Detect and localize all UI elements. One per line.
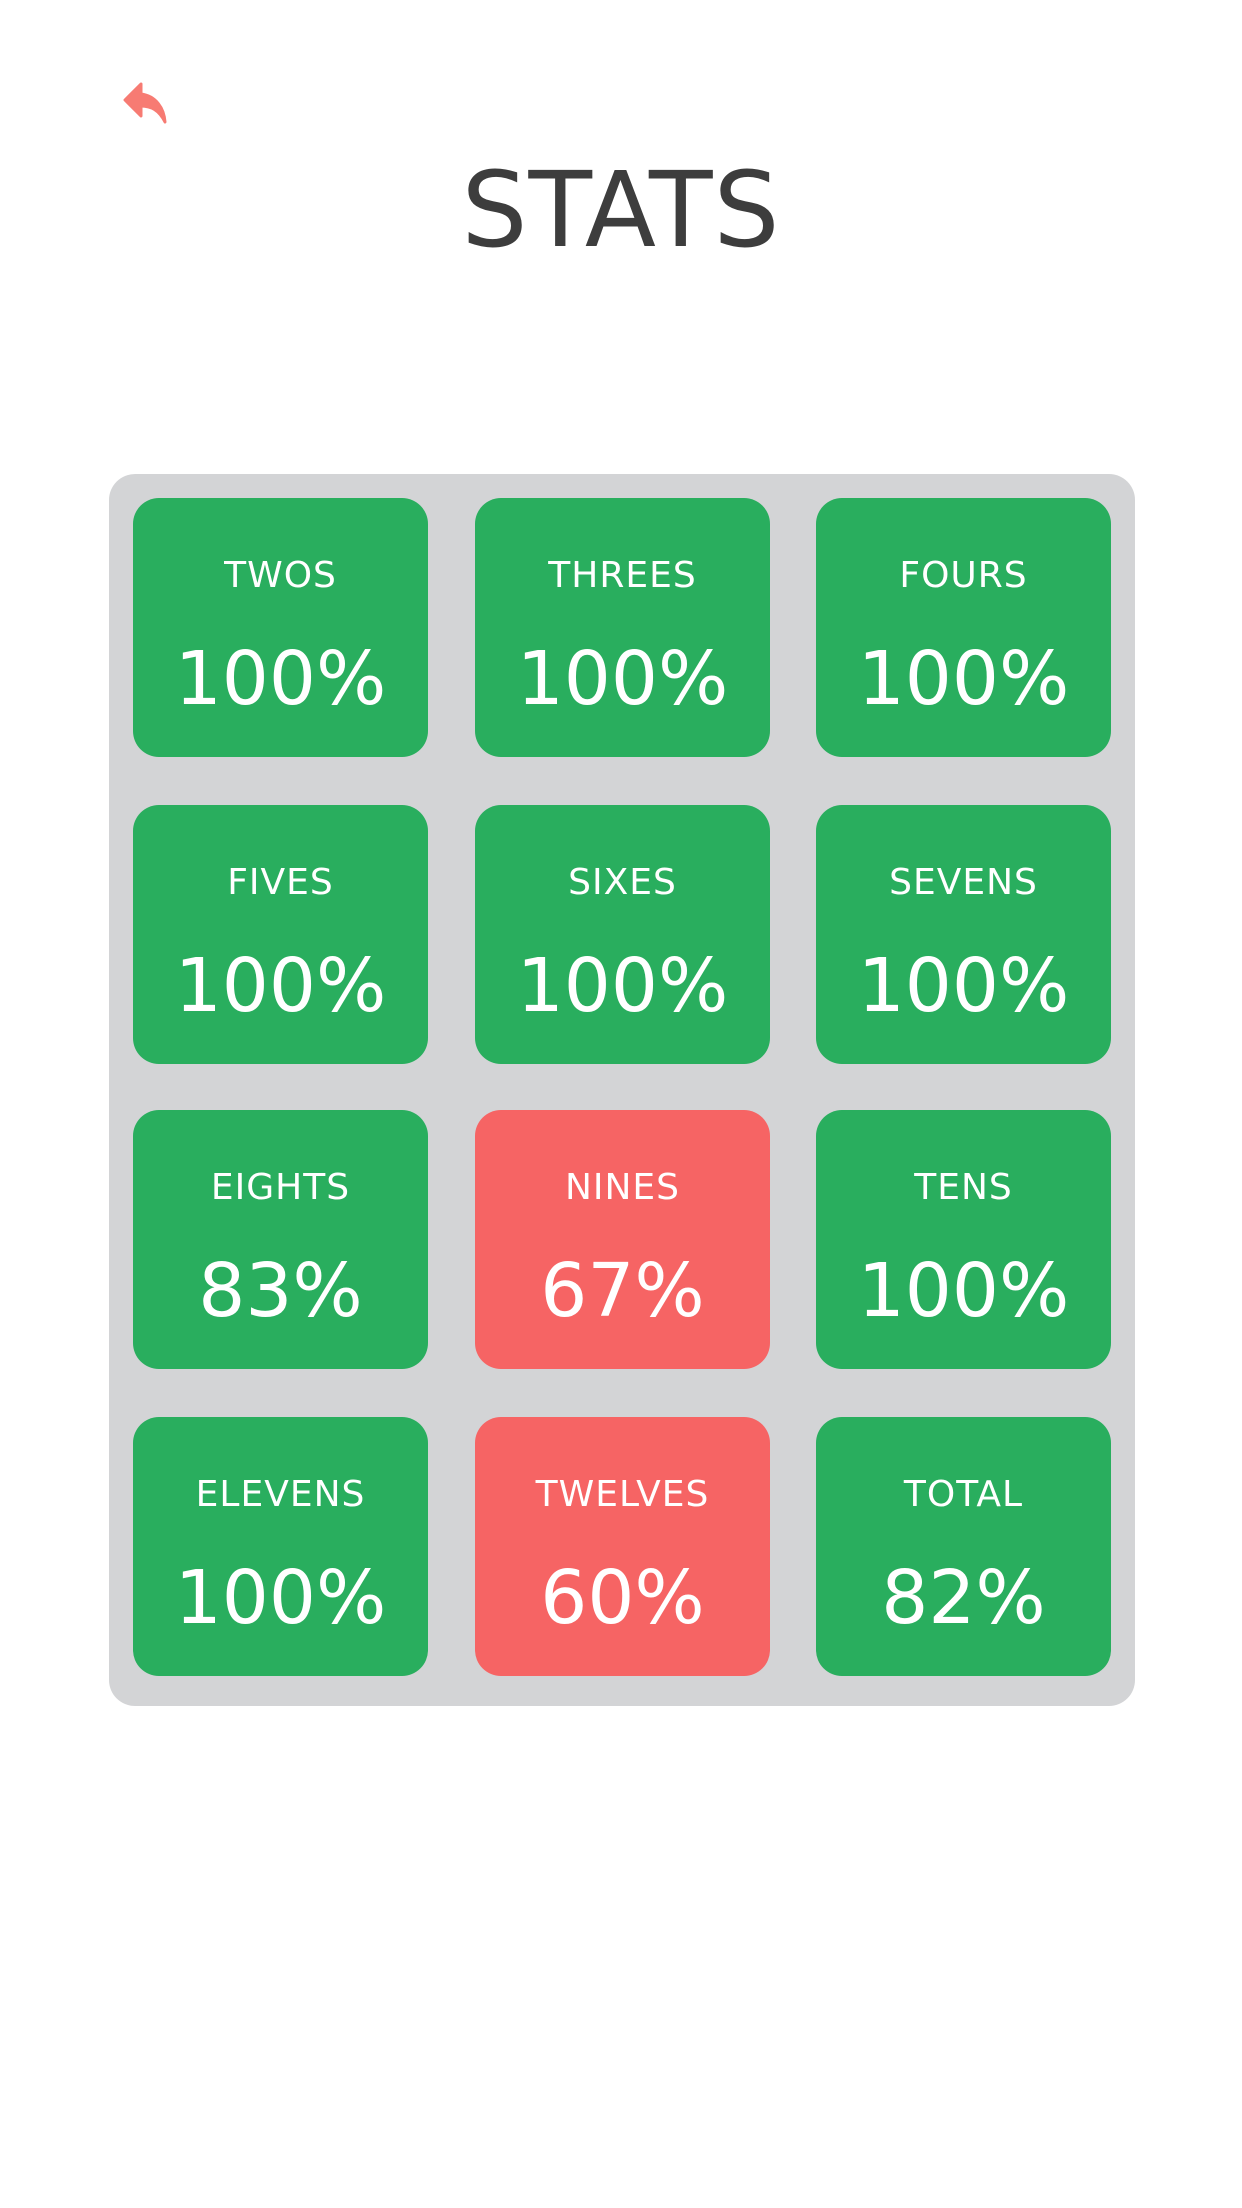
stat-tile-total[interactable]: TOTAL 82% (816, 1417, 1111, 1676)
stat-label: TWOS (224, 555, 337, 596)
stat-value: 60% (540, 1555, 705, 1641)
stat-tile-tens[interactable]: TENS 100% (816, 1110, 1111, 1369)
stat-tile-fours[interactable]: FOURS 100% (816, 498, 1111, 757)
stat-value: 100% (516, 636, 729, 722)
stat-tile-sevens[interactable]: SEVENS 100% (816, 805, 1111, 1064)
stat-tile-sixes[interactable]: SIXES 100% (475, 805, 770, 1064)
stat-label: SIXES (568, 862, 677, 903)
stat-value: 100% (174, 636, 387, 722)
stat-tile-elevens[interactable]: ELEVENS 100% (133, 1417, 428, 1676)
stat-tile-twos[interactable]: TWOS 100% (133, 498, 428, 757)
back-button[interactable] (118, 76, 174, 132)
stat-value: 100% (857, 943, 1070, 1029)
stat-tile-threes[interactable]: THREES 100% (475, 498, 770, 757)
stat-value: 82% (881, 1555, 1046, 1641)
stat-label: NINES (564, 1167, 681, 1208)
stat-tile-eights[interactable]: EIGHTS 83% (133, 1110, 428, 1369)
stat-label: TOTAL (903, 1474, 1024, 1515)
stat-label: FOURS (899, 555, 1028, 596)
back-arrow-icon (123, 82, 167, 124)
stat-value: 100% (857, 1248, 1070, 1334)
stat-value: 100% (174, 1555, 387, 1641)
stat-label: TWELVES (535, 1474, 710, 1515)
stats-panel: TWOS 100% THREES 100% FOURS 100% FIVES 1… (109, 474, 1135, 1706)
stat-tile-fives[interactable]: FIVES 100% (133, 805, 428, 1064)
stat-label: THREES (548, 555, 697, 596)
stat-label: ELEVENS (195, 1474, 366, 1515)
stat-tile-twelves[interactable]: TWELVES 60% (475, 1417, 770, 1676)
stat-value: 67% (540, 1248, 705, 1334)
stat-value: 100% (174, 943, 387, 1029)
stat-label: FIVES (227, 862, 334, 903)
stat-value: 100% (857, 636, 1070, 722)
stat-value: 100% (516, 943, 729, 1029)
page-title: STATS (461, 149, 781, 271)
stat-value: 83% (198, 1248, 363, 1334)
stat-label: TENS (914, 1167, 1013, 1208)
stat-tile-nines[interactable]: NINES 67% (475, 1110, 770, 1369)
stat-label: SEVENS (889, 862, 1038, 903)
stat-label: EIGHTS (210, 1167, 351, 1208)
